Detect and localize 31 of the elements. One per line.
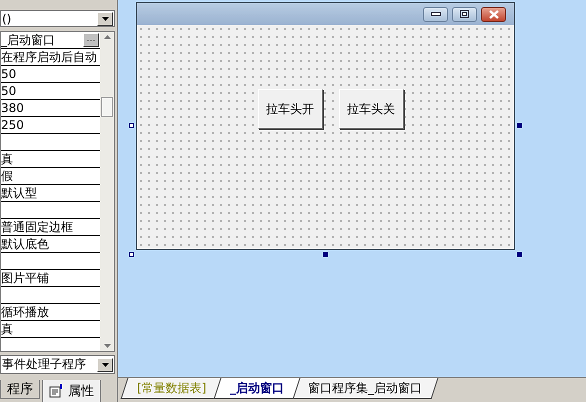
object-combo[interactable]: ()	[0, 10, 115, 28]
form-button[interactable]: 拉车头开	[258, 89, 322, 129]
resize-handle[interactable]	[323, 252, 328, 257]
minimize-button[interactable]	[423, 6, 448, 22]
maximize-icon	[460, 10, 469, 18]
panel-tab[interactable]: 程序	[0, 380, 40, 399]
scroll-down-icon[interactable]	[104, 344, 110, 348]
close-button[interactable]	[481, 6, 506, 22]
dropdown-arrow-icon	[102, 16, 108, 21]
resize-handle[interactable]	[129, 252, 134, 257]
form-button[interactable]: 拉车头关	[338, 89, 404, 129]
scroll-thumb[interactable]	[101, 96, 113, 117]
dropdown-arrow-icon	[102, 362, 108, 366]
resize-handle[interactable]	[517, 252, 522, 257]
properties-icon	[49, 384, 65, 398]
dropdown-button[interactable]	[97, 358, 113, 372]
editor-tab[interactable]: 窗口程序集_启动窗口	[292, 378, 439, 399]
panel-tab[interactable]: 属性	[42, 380, 101, 402]
editor-tab[interactable]: [常量数据表]	[120, 378, 223, 399]
maximize-button[interactable]	[452, 6, 477, 22]
editor-tab[interactable]: _启动窗口	[214, 378, 301, 399]
scroll-up-icon[interactable]	[104, 35, 110, 40]
ellipsis-button[interactable]: ···	[83, 33, 99, 48]
property-value[interactable]: _启动窗口 ···	[1, 32, 100, 50]
scrollbar[interactable]	[100, 32, 114, 351]
event-combo[interactable]: 事件处理子程序	[0, 355, 115, 374]
close-icon	[488, 10, 498, 18]
dropdown-button[interactable]	[97, 12, 113, 26]
resize-handle[interactable]	[517, 123, 522, 128]
resize-handle[interactable]	[129, 123, 134, 128]
minimize-icon	[430, 12, 440, 16]
